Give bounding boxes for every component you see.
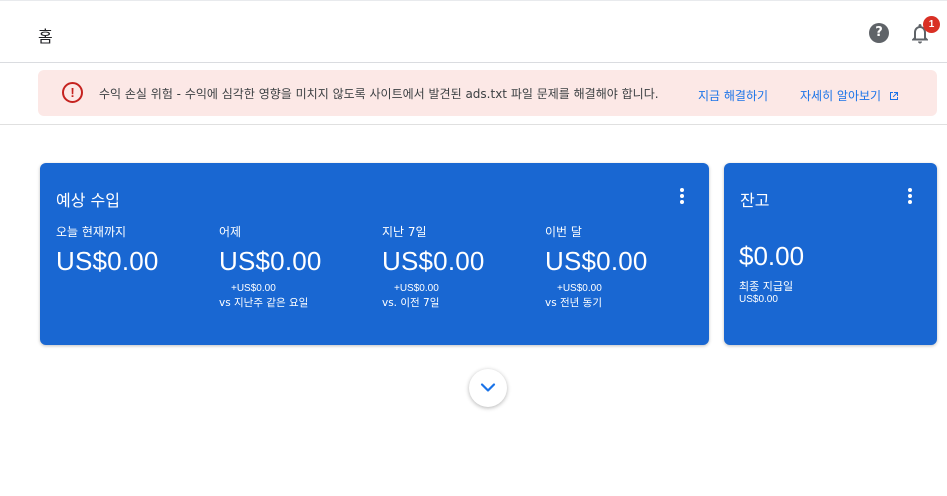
help-icon[interactable]: ? — [869, 23, 889, 43]
alert-message: 수익 손실 위험 - 수익에 심각한 영향을 미치지 않도록 사이트에서 발견된… — [99, 87, 659, 101]
metric-label: 지난 7일 — [382, 225, 427, 239]
metric-delta: +US$0.00 — [557, 283, 602, 294]
metric-compare: vs 전년 동기 — [545, 297, 602, 309]
metric-value: US$0.00 — [545, 246, 648, 276]
balance-card: 잔고 $0.00 최종 지급일 US$0.00 — [724, 163, 937, 345]
estimated-earnings-card: 예상 수입 오늘 현재까지 US$0.00 어제 US$0.00 +US$0.0… — [40, 163, 709, 345]
metric-label: 이번 달 — [545, 225, 582, 239]
metric-compare: vs. 이전 7일 — [382, 297, 440, 309]
metric-label: 어제 — [219, 225, 242, 239]
earnings-card-title: 예상 수입 — [56, 191, 120, 210]
page-title: 홈 — [38, 27, 53, 46]
fix-now-label: 지금 해결하기 — [698, 89, 769, 103]
balance-card-title: 잔고 — [740, 191, 770, 210]
ads-txt-alert-banner: ! 수익 손실 위험 - 수익에 심각한 영향을 미치지 않도록 사이트에서 발… — [38, 70, 937, 116]
metric-delta: +US$0.00 — [394, 283, 439, 294]
more-vert-icon[interactable] — [677, 188, 687, 206]
last-payment-value: US$0.00 — [739, 294, 778, 305]
notifications-button[interactable]: 1 — [909, 16, 940, 47]
expand-button[interactable] — [469, 369, 507, 407]
metric-yesterday: 어제 US$0.00 +US$0.00 vs 지난주 같은 요일 — [219, 223, 379, 310]
section-divider — [0, 124, 947, 125]
metric-delta: +US$0.00 — [231, 283, 276, 294]
metric-this-month: 이번 달 US$0.00 +US$0.00 vs 전년 동기 — [545, 223, 705, 310]
fix-now-link[interactable]: 지금 해결하기 — [698, 87, 768, 104]
error-icon: ! — [62, 82, 83, 103]
metric-value: US$0.00 — [219, 246, 322, 276]
external-link-icon — [889, 92, 898, 100]
metric-compare: vs 지난주 같은 요일 — [219, 297, 309, 309]
learn-more-link[interactable]: 자세히 알아보기 — [800, 87, 899, 104]
metric-label: 오늘 현재까지 — [56, 225, 127, 239]
metric-today: 오늘 현재까지 US$0.00 — [56, 223, 216, 277]
metric-value: US$0.00 — [56, 246, 159, 276]
notification-badge: 1 — [923, 16, 940, 33]
last-payment-label: 최종 지급일 — [739, 280, 794, 293]
learn-more-label: 자세히 알아보기 — [800, 89, 882, 103]
chevron-down-icon — [480, 383, 496, 392]
more-vert-icon[interactable] — [905, 188, 915, 206]
top-bar: 홈 ? 1 — [0, 0, 947, 63]
metric-last-7-days: 지난 7일 US$0.00 +US$0.00 vs. 이전 7일 — [382, 223, 542, 310]
balance-amount: $0.00 — [739, 241, 805, 271]
metric-value: US$0.00 — [382, 246, 485, 276]
